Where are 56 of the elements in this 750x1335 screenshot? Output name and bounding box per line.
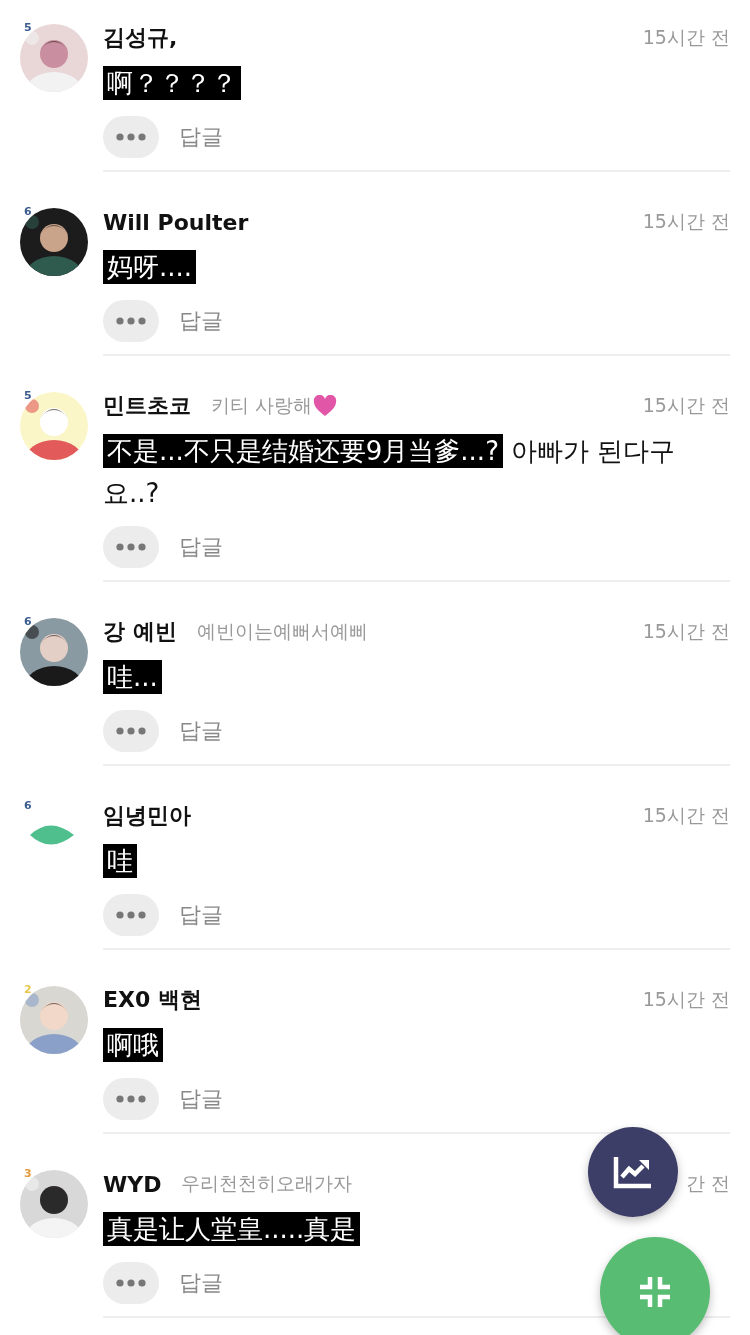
more-button[interactable] xyxy=(103,1262,159,1304)
user-status: 키티 사랑해 xyxy=(211,393,313,418)
more-icon xyxy=(116,727,146,735)
timestamp: 15시간 전 xyxy=(642,209,730,234)
more-icon xyxy=(116,1095,146,1103)
trend-chart-icon xyxy=(613,1155,653,1189)
timestamp: 간 전 xyxy=(685,1171,730,1196)
level-label: 5 xyxy=(24,22,32,34)
comment-text: 啊哦 xyxy=(103,1024,730,1066)
timestamp: 15시간 전 xyxy=(642,619,730,644)
timestamp: 15시간 전 xyxy=(642,393,730,418)
timestamp: 15시간 전 xyxy=(642,987,730,1012)
user-name[interactable]: EX0 백현 xyxy=(103,985,202,1015)
comment-text: 啊？？？？ xyxy=(103,62,730,104)
more-button[interactable] xyxy=(103,894,159,936)
reply-button[interactable]: 답글 xyxy=(179,122,223,152)
comment-text: 妈呀.... xyxy=(103,246,730,288)
user-status: 예빈이는예뻐서예삐 xyxy=(196,619,368,644)
comment-text: 哇 xyxy=(103,840,730,882)
level-label: 2 xyxy=(24,984,32,996)
chart-button[interactable] xyxy=(588,1127,678,1217)
more-icon xyxy=(116,1279,146,1287)
reply-button[interactable]: 답글 xyxy=(179,1268,223,1298)
more-button[interactable] xyxy=(103,1078,159,1120)
collapse-icon xyxy=(638,1275,672,1309)
timestamp: 15시간 전 xyxy=(642,803,730,828)
reply-button[interactable]: 답글 xyxy=(179,716,223,746)
reply-button[interactable]: 답글 xyxy=(179,1084,223,1114)
user-name[interactable]: WYD xyxy=(103,1171,162,1197)
more-button[interactable] xyxy=(103,116,159,158)
user-name[interactable]: 김성규, xyxy=(103,23,178,53)
user-name[interactable]: 강 예빈 xyxy=(103,617,177,647)
more-button[interactable] xyxy=(103,710,159,752)
level-label: 3 xyxy=(24,1168,32,1180)
level-label: 6 xyxy=(24,800,32,812)
more-button[interactable] xyxy=(103,300,159,342)
comment-text: 不是...不只是结婚还要9月当爹...? 아빠가 된다구요..? xyxy=(103,433,677,510)
level-label: 6 xyxy=(24,616,32,628)
more-icon xyxy=(116,543,146,551)
more-icon xyxy=(116,133,146,141)
timestamp: 15시간 전 xyxy=(642,25,730,50)
reply-button[interactable]: 답글 xyxy=(179,900,223,930)
level-label: 6 xyxy=(24,206,32,218)
user-name[interactable]: Will Poulter xyxy=(103,209,249,235)
user-status: 우리천천히오래가자 xyxy=(181,1171,353,1196)
more-icon xyxy=(116,317,146,325)
user-name[interactable]: 민트초코 xyxy=(103,391,191,421)
comment-text: 哇... xyxy=(103,656,730,698)
level-label: 5 xyxy=(24,390,32,402)
comment-text: 真是让人堂皇.....真是 xyxy=(103,1208,730,1250)
more-icon xyxy=(116,911,146,919)
collapse-button[interactable] xyxy=(600,1237,710,1335)
reply-button[interactable]: 답글 xyxy=(179,306,223,336)
more-button[interactable] xyxy=(103,526,159,568)
user-name[interactable]: 임녕민아 xyxy=(103,801,191,831)
reply-button[interactable]: 답글 xyxy=(179,532,223,562)
